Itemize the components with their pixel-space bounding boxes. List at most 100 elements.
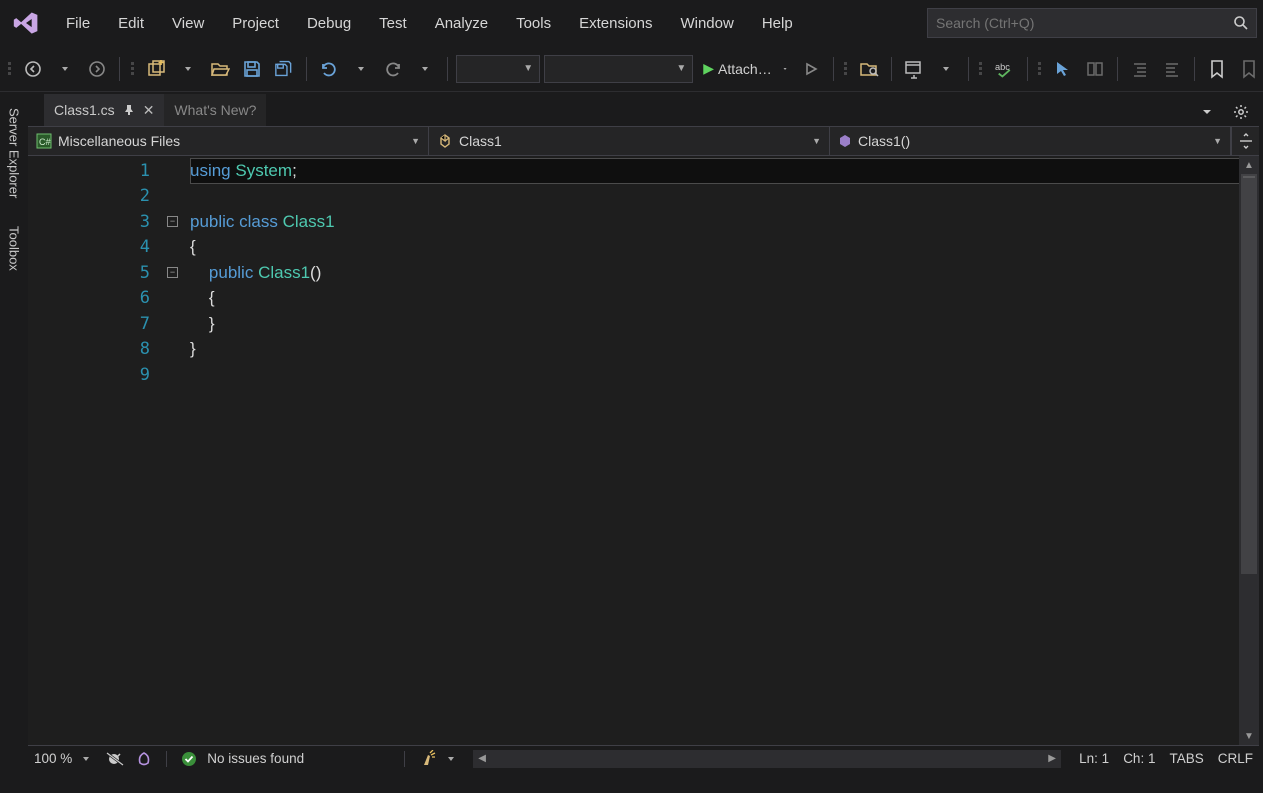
toolbar-separator	[1194, 57, 1195, 81]
find-in-files-button[interactable]	[855, 55, 883, 83]
menu-project[interactable]: Project	[218, 11, 293, 36]
editor-status-bar: 100 % No issues found ◀ ▶ Ln: 1 Ch: 1 TA…	[28, 745, 1259, 771]
side-tab-toolbox[interactable]: Toolbox	[5, 220, 24, 277]
code-line[interactable]: public Class1()	[190, 260, 1259, 286]
intellicode-icon[interactable]	[136, 751, 152, 767]
cursor-line[interactable]: Ln: 1	[1079, 751, 1109, 766]
new-project-dropdown[interactable]	[174, 55, 202, 83]
menu-view[interactable]: View	[158, 11, 218, 36]
tab-label: What's New?	[174, 102, 256, 118]
redo-dropdown[interactable]	[411, 55, 439, 83]
method-icon	[838, 134, 852, 148]
tab-class1[interactable]: Class1.cs ✕	[44, 94, 164, 126]
toolbar-grip-icon	[977, 62, 984, 75]
zoom-level[interactable]: 100 %	[34, 751, 72, 766]
eol-mode[interactable]: CRLF	[1218, 751, 1253, 766]
menu-tools[interactable]: Tools	[502, 11, 565, 36]
menu-window[interactable]: Window	[666, 11, 747, 36]
nav-member-combo[interactable]: Class1() ▼	[830, 127, 1231, 155]
nav-scope-combo[interactable]: C# Miscellaneous Files ▼	[28, 127, 429, 155]
code-line[interactable]	[190, 362, 1259, 388]
search-input[interactable]	[928, 15, 1226, 31]
quick-search[interactable]	[927, 8, 1257, 38]
pin-icon[interactable]	[123, 104, 135, 116]
nav-forward-button[interactable]	[83, 55, 111, 83]
toolbar-grip-icon	[842, 62, 849, 75]
tab-settings-button[interactable]	[1227, 98, 1255, 126]
solution-config-combo[interactable]: ▼	[456, 55, 540, 83]
indent-mode[interactable]: TABS	[1169, 751, 1203, 766]
comment-button[interactable]	[1081, 55, 1109, 83]
fold-toggle[interactable]: −	[167, 267, 178, 278]
menu-extensions[interactable]: Extensions	[565, 11, 666, 36]
split-editor-button[interactable]	[1231, 127, 1259, 155]
nav-type-combo[interactable]: Class1 ▼	[429, 127, 830, 155]
code-line[interactable]: public class Class1	[190, 209, 1259, 235]
class-icon	[437, 133, 453, 149]
tab-overflow-button[interactable]	[1193, 98, 1221, 126]
vertical-scrollbar[interactable]: ▲ ▼	[1239, 156, 1259, 745]
fold-toggle[interactable]: −	[167, 216, 178, 227]
code-line[interactable]: {	[190, 286, 1259, 312]
bookmark-button[interactable]	[1203, 55, 1231, 83]
scroll-right-icon[interactable]: ▶	[1043, 753, 1061, 764]
code-line[interactable]: }	[190, 337, 1259, 363]
undo-dropdown[interactable]	[347, 55, 375, 83]
menu-debug[interactable]: Debug	[293, 11, 365, 36]
solution-platform-combo[interactable]: ▼	[544, 55, 693, 83]
scroll-left-icon[interactable]: ◀	[473, 753, 491, 764]
nav-back-dropdown[interactable]	[51, 55, 79, 83]
spellcheck-button[interactable]: abc	[991, 55, 1019, 83]
toolbar-grip-icon	[128, 62, 135, 75]
check-icon	[181, 751, 197, 767]
nav-type-label: Class1	[459, 133, 502, 149]
cursor-col[interactable]: Ch: 1	[1123, 751, 1155, 766]
indent-button[interactable]	[1126, 55, 1154, 83]
line-number: 3−	[28, 209, 190, 235]
chevron-down-icon[interactable]	[82, 755, 90, 763]
code-line[interactable]: }	[190, 311, 1259, 337]
window-layout-button[interactable]	[900, 55, 928, 83]
menu-analyze[interactable]: Analyze	[421, 11, 502, 36]
start-attach-button[interactable]: ▶ Attach…	[697, 55, 793, 83]
navigation-bar: C# Miscellaneous Files ▼ Class1 ▼ Class1…	[28, 126, 1259, 156]
tab-whats-new[interactable]: What's New?	[164, 94, 266, 126]
undo-button[interactable]	[315, 55, 343, 83]
left-tool-strip: Server Explorer Toolbox	[0, 92, 28, 771]
save-button[interactable]	[238, 55, 266, 83]
code-line[interactable]: {	[190, 235, 1259, 261]
scroll-thumb[interactable]	[1241, 174, 1257, 574]
nav-back-button[interactable]	[19, 55, 47, 83]
menu-test[interactable]: Test	[365, 11, 421, 36]
svg-text:C#: C#	[39, 137, 51, 147]
close-icon[interactable]: ✕	[143, 102, 155, 119]
menu-help[interactable]: Help	[748, 11, 807, 36]
new-project-button[interactable]	[142, 55, 170, 83]
code-line[interactable]: using System;	[190, 158, 1259, 184]
line-number: 5−	[28, 260, 190, 286]
line-gutter: 123−45−6789	[28, 156, 190, 745]
scroll-down-icon[interactable]: ▼	[1239, 727, 1259, 745]
code-editor[interactable]: 123−45−6789 using System; public class Cl…	[28, 156, 1259, 745]
chevron-down-icon[interactable]	[447, 755, 455, 763]
menu-edit[interactable]: Edit	[104, 11, 158, 36]
window-layout-dropdown[interactable]	[932, 55, 960, 83]
bug-icon[interactable]	[106, 751, 126, 767]
menu-file[interactable]: File	[52, 11, 104, 36]
horizontal-scrollbar[interactable]: ◀ ▶	[473, 750, 1061, 768]
toolbar-separator	[306, 57, 307, 81]
issues-label[interactable]: No issues found	[207, 751, 304, 766]
cleanup-icon[interactable]	[419, 750, 437, 768]
scroll-up-icon[interactable]: ▲	[1239, 156, 1259, 174]
side-tab-server-explorer[interactable]: Server Explorer	[5, 102, 24, 204]
code-line[interactable]	[190, 184, 1259, 210]
open-file-button[interactable]	[206, 55, 234, 83]
start-without-debug-button[interactable]	[797, 55, 825, 83]
cursor-mode-button[interactable]	[1049, 55, 1077, 83]
save-all-button[interactable]	[270, 55, 298, 83]
redo-button[interactable]	[379, 55, 407, 83]
bookmark-next-button[interactable]	[1235, 55, 1263, 83]
code-content[interactable]: using System;public class Class1{ public…	[190, 156, 1259, 745]
outdent-button[interactable]	[1158, 55, 1186, 83]
toolbar-separator	[119, 57, 120, 81]
